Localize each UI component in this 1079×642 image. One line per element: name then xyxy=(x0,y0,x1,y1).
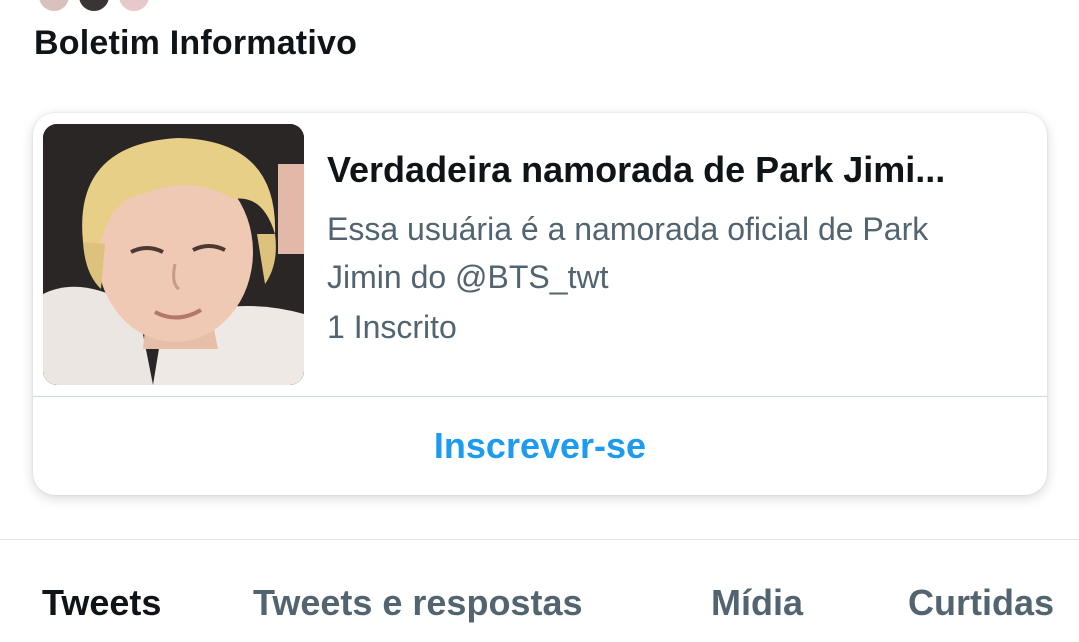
subscribe-button[interactable]: Inscrever-se xyxy=(33,397,1047,495)
avatar xyxy=(36,0,72,14)
newsletter-title[interactable]: Verdadeira namorada de Park Jimi... xyxy=(327,149,1027,191)
section-title: Boletim Informativo xyxy=(34,24,358,62)
newsletter-card[interactable]: Verdadeira namorada de Park Jimi... Essa… xyxy=(33,113,1047,495)
divider xyxy=(0,539,1079,540)
profile-photo-icon xyxy=(43,124,304,385)
newsletter-thumbnail xyxy=(43,124,304,385)
tab-tweets-and-replies[interactable]: Tweets e respostas xyxy=(253,582,582,624)
tab-likes[interactable]: Curtidas xyxy=(908,582,1054,624)
profile-page: Boletim Informativo Verdadeira namorada … xyxy=(0,0,1079,642)
tab-media[interactable]: Mídia xyxy=(711,582,803,624)
subscriber-count: 1 Inscrito xyxy=(327,309,457,345)
tab-tweets[interactable]: Tweets xyxy=(42,582,161,624)
avatar xyxy=(76,0,112,14)
newsletter-description: Essa usuária é a namorada oficial de Par… xyxy=(327,205,1027,301)
avatar xyxy=(116,0,152,14)
description-line: Essa usuária é a namorada oficial de Par… xyxy=(327,211,929,247)
description-line: Jimin do @BTS_twt xyxy=(327,259,609,295)
